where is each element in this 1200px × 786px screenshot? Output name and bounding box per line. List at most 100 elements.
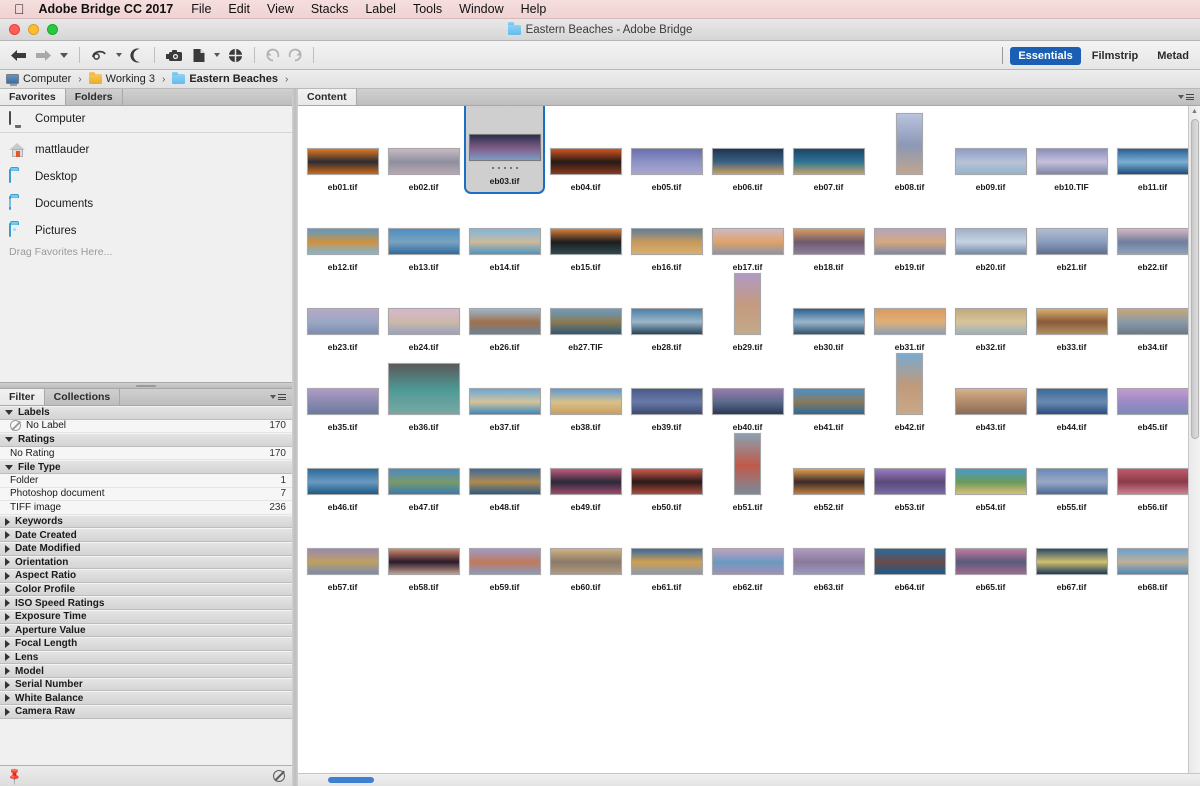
boomerang-icon[interactable] [87,45,112,65]
apple-logo-icon[interactable]:  [14,2,25,16]
workspace-essentials[interactable]: Essentials [1010,47,1080,65]
thumbnail-item[interactable]: eb26.tif [464,273,545,354]
favorite-item-mattlauder[interactable]: mattlauder [0,136,292,163]
content-vertical-scrollbar[interactable]: ▲ [1188,106,1200,773]
thumbnail-item[interactable]: eb65.tif [950,513,1031,594]
thumbnail-item[interactable]: eb13.tif [383,193,464,274]
thumbnail-item[interactable]: eb12.tif [302,193,383,274]
thumbnail-item[interactable]: eb67.tif [1031,513,1112,594]
thumbnail-item[interactable]: eb61.tif [626,513,707,594]
menu-item-label[interactable]: Label [365,2,396,16]
thumbnail-item[interactable]: eb34.tif [1112,273,1193,354]
filter-group-exposure-time[interactable]: Exposure Time [0,610,292,624]
filter-row-folder[interactable]: Folder 1 [0,474,292,488]
filter-group-labels[interactable]: Labels [0,406,292,420]
breadcrumb-item-eastern-beaches[interactable]: Eastern Beaches [172,73,278,85]
tab-folders[interactable]: Folders [66,89,123,105]
thumbnail-item[interactable]: eb31.tif [869,273,950,354]
filter-group-keywords[interactable]: Keywords [0,515,292,529]
thumbnail-item[interactable]: eb62.tif [707,513,788,594]
thumbnail-item[interactable]: eb57.tif [302,513,383,594]
workspace-filmstrip[interactable]: Filmstrip [1084,47,1146,65]
thumbnail-item[interactable]: eb55.tif [1031,433,1112,514]
open-in-camera-raw-icon[interactable] [224,45,247,65]
scrollbar-thumb[interactable] [328,777,374,783]
thumbnail-item[interactable]: eb18.tif [788,193,869,274]
panel-menu-button[interactable] [270,389,292,405]
thumbnail-item[interactable]: eb40.tif [707,353,788,434]
thumbnail-item[interactable]: eb01.tif [302,113,383,194]
scroll-up-arrow-icon[interactable]: ▲ [1191,108,1198,115]
menu-item-window[interactable]: Window [459,2,503,16]
filter-row-tiff-image[interactable]: TIFF image 236 [0,501,292,515]
thumbnail-item[interactable]: eb50.tif [626,433,707,514]
thumbnail-item[interactable]: eb16.tif [626,193,707,274]
filter-group-model[interactable]: Model [0,664,292,678]
thumbnail-item[interactable]: eb07.tif [788,113,869,194]
thumbnail-item[interactable]: eb56.tif [1112,433,1193,514]
filter-group-ratings[interactable]: Ratings [0,433,292,447]
thumbnail-item[interactable]: eb64.tif [869,513,950,594]
thumbnail-item[interactable]: eb04.tif [545,113,626,194]
filter-group-file-type[interactable]: File Type [0,460,292,474]
thumbnail-item[interactable]: eb21.tif [1031,193,1112,274]
chevron-down-icon[interactable] [56,45,72,65]
filter-group-serial-number[interactable]: Serial Number [0,678,292,692]
scrollbar-thumb[interactable] [1191,119,1199,439]
menu-item-view[interactable]: View [267,2,294,16]
thumbnail-item[interactable]: eb30.tif [788,273,869,354]
thumbnail-item[interactable]: eb08.tif [869,113,950,194]
breadcrumb-item-working-3[interactable]: Working 3 [89,73,155,85]
favorite-item-documents[interactable]: Documents [0,190,292,217]
rotate-counterclockwise-icon[interactable] [262,45,284,65]
thumbnail-item[interactable]: eb14.tif [464,193,545,274]
favorite-item-pictures[interactable]: Pictures [0,217,292,244]
filter-group-aperture-value[interactable]: Aperture Value [0,624,292,638]
thumbnail-item[interactable]: eb29.tif [707,273,788,354]
chevron-down-icon[interactable] [210,45,224,65]
chevron-down-icon[interactable] [112,45,126,65]
thumbnail-item[interactable]: eb51.tif [707,433,788,514]
favorite-item-desktop[interactable]: Desktop [0,163,292,190]
favorite-item-computer[interactable]: Computer [0,106,292,133]
back-arrow-icon[interactable] [6,45,31,65]
tab-favorites[interactable]: Favorites [0,89,66,105]
filter-row-no-label[interactable]: No Label 170 [0,420,292,434]
thumbnail-item[interactable]: eb23.tif [302,273,383,354]
thumbnail-item[interactable]: eb15.tif [545,193,626,274]
filter-group-date-modified[interactable]: Date Modified [0,542,292,556]
filter-row-photoshop-document[interactable]: Photoshop document 7 [0,488,292,502]
thumbnail-item[interactable]: eb59.tif [464,513,545,594]
thumbnail-item[interactable]: eb27.TIF [545,273,626,354]
filter-group-camera-raw[interactable]: Camera Raw [0,705,292,719]
content-horizontal-scrollbar[interactable] [298,773,1200,786]
thumbnail-item[interactable]: eb42.tif [869,353,950,434]
menu-item-edit[interactable]: Edit [228,2,250,16]
breadcrumb-item-computer[interactable]: Computer [6,73,71,85]
workspace-metadata[interactable]: Metad [1149,47,1197,65]
thumbnail-item[interactable]: eb47.tif [383,433,464,514]
thumbnail-item[interactable]: eb11.tif [1112,113,1193,194]
thumbnail-item[interactable]: eb48.tif [464,433,545,514]
thumbnail-item[interactable]: eb36.tif [383,353,464,434]
menu-item-file[interactable]: File [191,2,211,16]
thumbnail-item[interactable]: eb37.tif [464,353,545,434]
thumbnail-item[interactable]: eb28.tif [626,273,707,354]
tab-filter[interactable]: Filter [0,389,45,405]
thumbnail-item[interactable]: eb20.tif [950,193,1031,274]
filter-group-orientation[interactable]: Orientation [0,556,292,570]
forward-arrow-icon[interactable] [31,45,56,65]
thumbnail-item[interactable]: eb60.tif [545,513,626,594]
thumbnail-item[interactable]: eb09.tif [950,113,1031,194]
thumbnail-item-selected[interactable]: eb03.tif [464,106,545,194]
filter-group-iso-speed-ratings[interactable]: ISO Speed Ratings [0,596,292,610]
tab-collections[interactable]: Collections [45,389,121,405]
thumbnail-item[interactable]: eb17.tif [707,193,788,274]
thumbnail-item[interactable]: eb58.tif [383,513,464,594]
thumbnail-item[interactable]: eb43.tif [950,353,1031,434]
thumbnail-item[interactable]: eb52.tif [788,433,869,514]
get-photos-from-camera-icon[interactable] [162,45,188,65]
filter-group-focal-length[interactable]: Focal Length [0,637,292,651]
thumbnail-item[interactable]: eb53.tif [869,433,950,514]
thumbnail-item[interactable]: eb24.tif [383,273,464,354]
